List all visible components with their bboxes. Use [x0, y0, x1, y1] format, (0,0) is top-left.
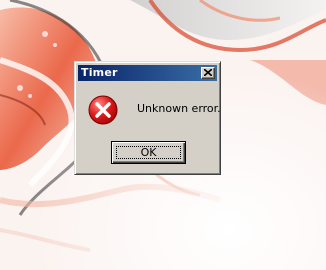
close-icon: [204, 69, 212, 76]
error-message: Unknown error.: [137, 102, 221, 115]
close-button[interactable]: [201, 67, 215, 79]
error-dialog: Timer Unknown error. OK: [74, 61, 221, 175]
ok-button-label: OK: [140, 146, 157, 159]
error-icon: [88, 95, 118, 125]
dialog-titlebar[interactable]: Timer: [78, 65, 217, 81]
ok-button[interactable]: OK: [111, 141, 186, 164]
dialog-title: Timer: [81, 66, 118, 79]
